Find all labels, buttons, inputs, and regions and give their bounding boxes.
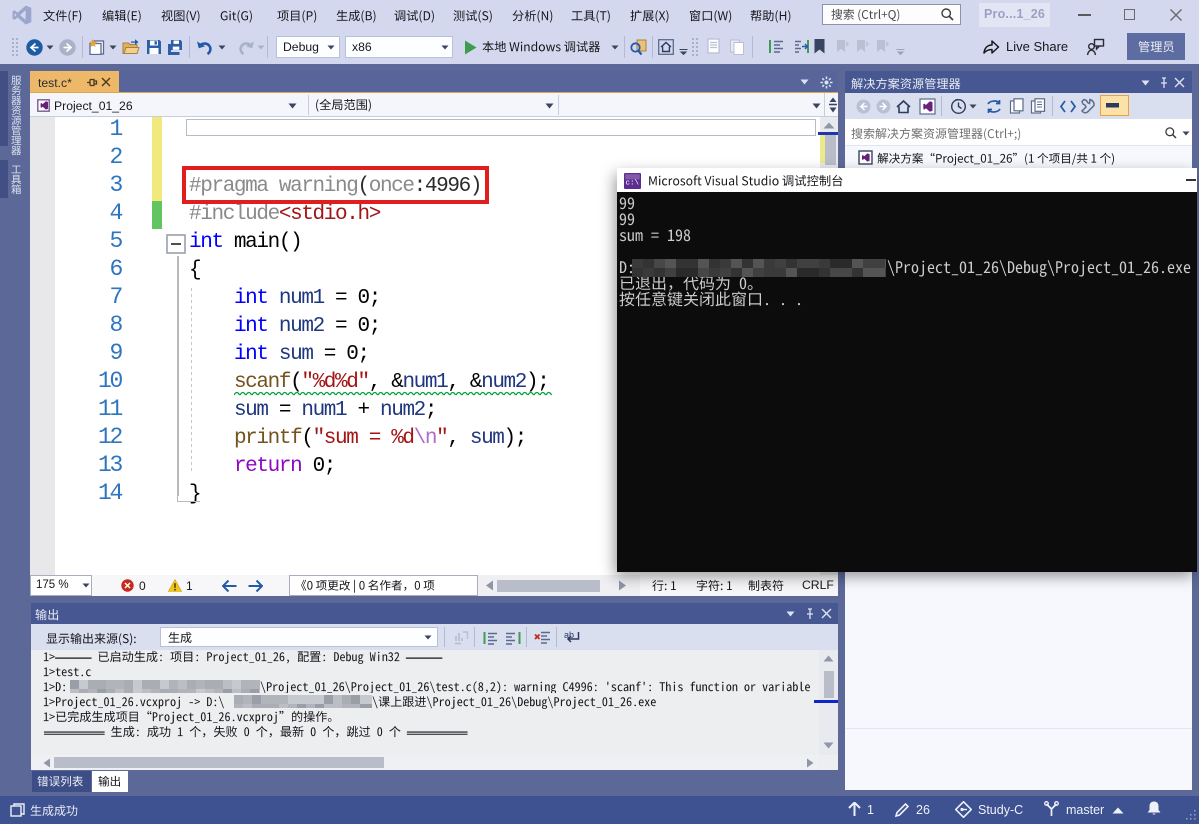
svg-text:c:\: c:\ [626,180,640,188]
